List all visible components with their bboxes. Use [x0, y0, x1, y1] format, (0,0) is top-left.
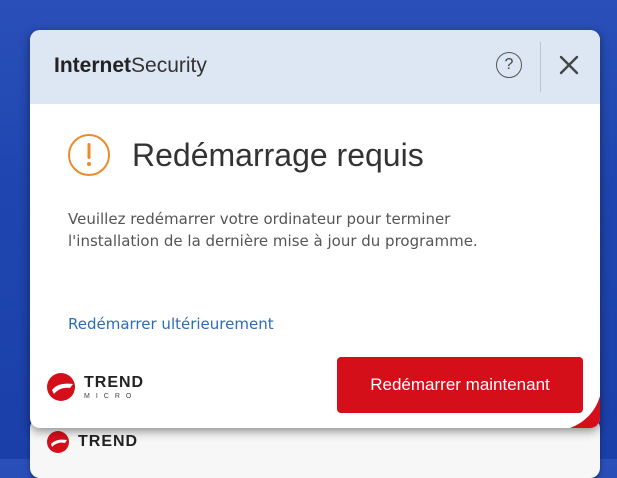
trend-micro-logo-icon	[47, 431, 69, 453]
trend-micro-logo-icon	[47, 373, 75, 401]
restart-now-button[interactable]: Redémarrer maintenant	[337, 357, 583, 413]
logo-text: TREND MICRO	[84, 373, 145, 400]
corner-accent	[570, 396, 600, 428]
titlebar-divider	[540, 42, 541, 92]
dialog-message: Veuillez redémarrer votre ordinateur pou…	[68, 208, 568, 252]
background-brand-name: TREND	[78, 433, 139, 450]
app-title-rest: Security	[131, 54, 207, 77]
app-title-bold: Internet	[54, 54, 132, 77]
titlebar: InternetSecurity ?	[30, 30, 600, 104]
heading-row: Redémarrage requis	[68, 134, 424, 176]
question-circle-icon: ?	[504, 56, 514, 73]
message-line-1: Veuillez redémarrer votre ordinateur pou…	[68, 210, 451, 228]
logo-line-1: TREND	[84, 373, 145, 391]
background-brand: TREND	[46, 430, 138, 454]
dialog-heading: Redémarrage requis	[132, 136, 424, 173]
help-button[interactable]: ?	[496, 52, 522, 78]
close-button[interactable]	[554, 50, 584, 80]
app-title: InternetSecurity	[54, 54, 207, 78]
close-icon	[559, 55, 579, 75]
restart-later-link[interactable]: Redémarrer ultérieurement	[68, 315, 274, 333]
exclamation-circle-icon	[68, 134, 110, 176]
message-line-2: l'installation de la dernière mise à jou…	[68, 232, 478, 250]
restart-dialog: InternetSecurity ? Redémarrage requis Ve…	[30, 30, 600, 428]
trend-micro-logo: TREND MICRO	[46, 372, 144, 402]
exclamation-mark-icon	[87, 143, 91, 166]
logo-line-2: MICRO	[84, 392, 138, 400]
